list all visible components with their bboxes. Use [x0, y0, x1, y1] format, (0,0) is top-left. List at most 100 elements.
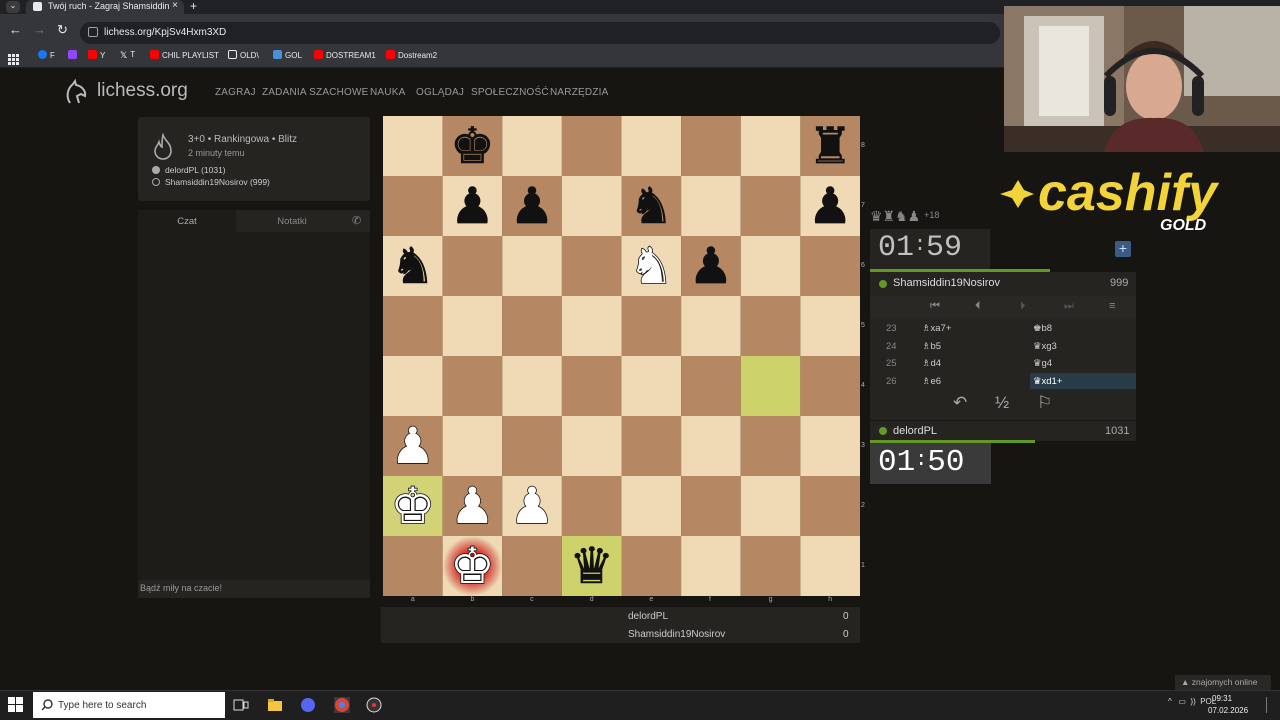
square-g5[interactable] — [740, 296, 801, 356]
tab-chat[interactable]: Czat — [138, 210, 236, 232]
player-name[interactable]: delordPL — [893, 425, 937, 437]
forward-arrow-icon[interactable]: → — [33, 22, 46, 37]
square-c4[interactable] — [502, 356, 562, 416]
square-g8[interactable] — [740, 116, 801, 176]
square-f1[interactable] — [681, 536, 741, 596]
last-move-icon[interactable]: ⏭ — [1064, 300, 1074, 313]
square-c8[interactable] — [502, 116, 562, 176]
offer-draw-button[interactable]: ½ — [995, 393, 1009, 413]
bookmark-dostream1[interactable]: DOSTREAM1 — [314, 50, 376, 60]
square-c5[interactable] — [502, 296, 562, 356]
score-player-1[interactable]: delordPL — [628, 611, 668, 622]
nav-watch[interactable]: OGLĄDAJ — [416, 87, 464, 98]
chess-board[interactable]: ♚ ♜ ♟ ♟ ♞ ♟ ♞ ♞ ♟ ♟ ♚ ♟ ♟ ♚ ♛ — [383, 116, 860, 596]
square-g6[interactable] — [740, 236, 801, 296]
site-info-icon[interactable] — [88, 27, 98, 37]
move-white[interactable]: ♗xa7+ — [922, 323, 951, 334]
square-e3[interactable] — [621, 416, 682, 476]
square-b3[interactable] — [442, 416, 503, 476]
square-d4[interactable] — [561, 356, 622, 416]
square-e4[interactable] — [621, 356, 682, 416]
chat-input[interactable]: Bądź miły na czacie! — [138, 580, 370, 598]
square-e2[interactable] — [621, 476, 682, 536]
menu-hamburger-icon[interactable]: ≡ — [1109, 300, 1115, 312]
reload-icon[interactable]: ↻ — [57, 22, 68, 38]
square-g4[interactable] — [740, 356, 801, 416]
move-white[interactable]: ♗b5 — [922, 341, 941, 352]
move-white[interactable]: ♗d4 — [922, 358, 941, 369]
square-h2[interactable] — [800, 476, 860, 536]
apps-grid-icon[interactable] — [8, 52, 19, 65]
move-black-current[interactable]: ♛xd1+ — [1033, 376, 1062, 387]
obs-app-icon[interactable] — [366, 697, 382, 713]
close-tab-icon[interactable]: × — [172, 0, 178, 11]
takeback-arrow-icon[interactable]: ↶ — [953, 393, 967, 413]
tab-notes[interactable]: Notatki — [240, 210, 344, 232]
square-a5[interactable] — [383, 296, 443, 356]
square-d5[interactable] — [561, 296, 622, 356]
square-h4[interactable] — [800, 356, 860, 416]
bookmark-x[interactable]: 𝕏T — [120, 50, 135, 60]
square-f5[interactable] — [681, 296, 741, 356]
browser-tab[interactable]: Twój ruch - Zagraj Shamsiddin × — [26, 0, 184, 14]
bookmark-chil-playlist[interactable]: CHIL PLAYLIST — [150, 50, 219, 60]
windows-start-icon[interactable] — [8, 697, 24, 713]
white-king-b1[interactable]: ♚ — [449, 536, 495, 596]
square-b4[interactable] — [442, 356, 503, 416]
lichess-horse-logo-icon[interactable] — [62, 78, 90, 106]
system-tray[interactable]: ^ ▭ )) POL — [1168, 697, 1216, 706]
square-h6[interactable] — [800, 236, 860, 296]
bookmark-facebook[interactable]: F — [38, 50, 55, 60]
white-pawn-c2[interactable]: ♟ — [509, 476, 555, 536]
square-d3[interactable] — [561, 416, 622, 476]
square-e1[interactable] — [621, 536, 682, 596]
task-view-icon[interactable] — [233, 697, 249, 713]
taskbar-time[interactable]: 09:31 — [1212, 694, 1232, 703]
square-a4[interactable] — [383, 356, 443, 416]
square-a7[interactable] — [383, 176, 443, 236]
square-c6[interactable] — [502, 236, 562, 296]
prev-move-icon[interactable]: ⏴ — [975, 300, 981, 313]
square-c3[interactable] — [502, 416, 562, 476]
black-pawn-b7[interactable]: ♟ — [450, 177, 495, 236]
square-d7[interactable] — [561, 176, 622, 236]
black-pawn-c7[interactable]: ♟ — [509, 177, 555, 236]
show-desktop-button[interactable] — [1266, 697, 1274, 713]
square-g2[interactable] — [740, 476, 801, 536]
next-move-icon[interactable]: ⏵ — [1020, 300, 1026, 313]
bookmark-gol[interactable]: GOL — [273, 50, 302, 60]
square-d2[interactable] — [561, 476, 622, 536]
back-arrow-icon[interactable]: ← — [9, 22, 22, 37]
square-h5[interactable] — [800, 296, 860, 356]
square-g1[interactable] — [740, 536, 801, 596]
bookmark-twitch[interactable] — [68, 50, 80, 60]
white-pawn-a3[interactable]: ♟ — [390, 416, 436, 476]
url-text[interactable]: lichess.org/KpjSv4Hxm3XD — [104, 27, 226, 38]
square-f7[interactable] — [681, 176, 741, 236]
site-logo[interactable]: lichess.org — [97, 80, 188, 102]
square-f3[interactable] — [681, 416, 741, 476]
square-g7[interactable] — [740, 176, 801, 236]
opponent-name[interactable]: Shamsiddin19Nosirov — [893, 277, 1000, 289]
resign-flag-icon[interactable]: ⚐ — [1037, 393, 1052, 413]
nav-tools[interactable]: NARZĘDZIA — [550, 87, 608, 98]
black-knight-e7[interactable]: ♞ — [629, 177, 674, 236]
nav-learn[interactable]: NAUKA — [370, 87, 405, 98]
discord-app-icon[interactable] — [300, 697, 316, 713]
square-e5[interactable] — [621, 296, 682, 356]
move-white[interactable]: ♗e6 — [922, 376, 941, 387]
move-black[interactable]: ♛xg3 — [1033, 341, 1057, 352]
square-d8[interactable] — [561, 116, 622, 176]
white-knight-e6[interactable]: ♞ — [628, 236, 674, 296]
move-black[interactable]: ♛g4 — [1033, 358, 1052, 369]
move-black[interactable]: ♚b8 — [1033, 323, 1052, 334]
first-move-icon[interactable]: ⏮ — [930, 300, 940, 313]
chrome-app-icon[interactable] — [334, 697, 350, 713]
white-king-a2[interactable]: ♚ — [390, 476, 436, 536]
bookmark-youtube[interactable]: Y — [88, 50, 105, 60]
square-b6[interactable] — [442, 236, 503, 296]
score-player-2[interactable]: Shamsiddin19Nosirov — [628, 629, 725, 640]
square-h3[interactable] — [800, 416, 860, 476]
square-g3[interactable] — [740, 416, 801, 476]
white-pawn-b2[interactable]: ♟ — [449, 476, 495, 536]
